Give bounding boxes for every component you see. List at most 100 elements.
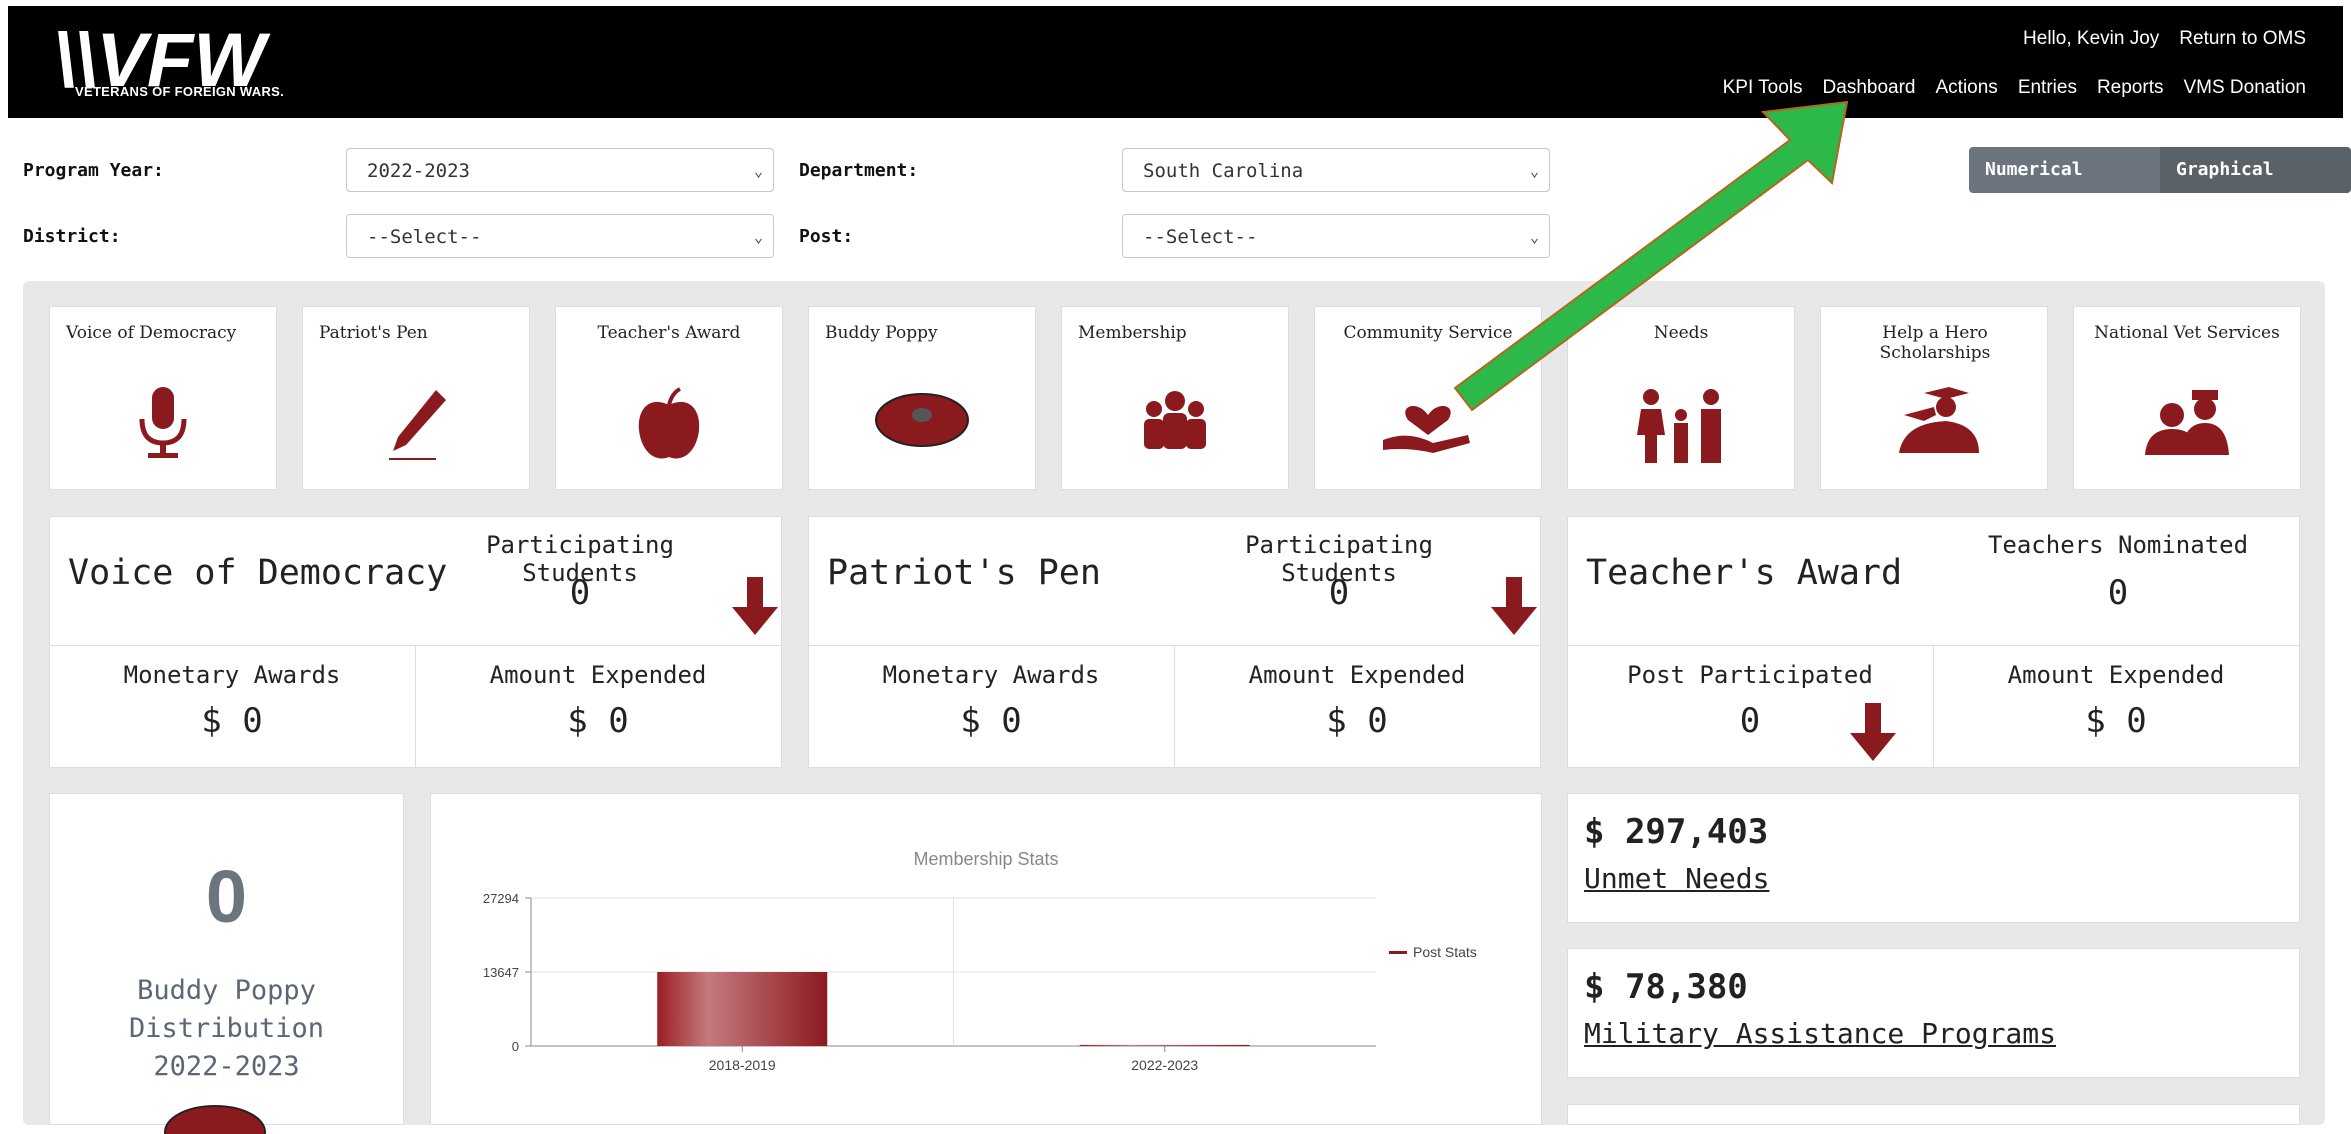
- district-value: --Select--: [367, 226, 482, 248]
- military-assistance-amount: $ 78,380: [1584, 967, 1748, 1007]
- tile-label: Buddy Poppy: [825, 323, 938, 343]
- buddy-poppy-label-line2: 2022-2023: [153, 1051, 300, 1082]
- membership-chart-card: Membership Stats 0 13647 27294 2018-2019 202…: [430, 793, 1542, 1125]
- tile-community-service[interactable]: Community Service: [1314, 306, 1542, 490]
- unmet-needs-amount: $ 297,403: [1584, 812, 1769, 852]
- group-icon: [1144, 391, 1206, 449]
- main-nav: KPI Tools Dashboard Actions Entries Repo…: [1723, 77, 2306, 99]
- tile-needs[interactable]: Needs: [1567, 306, 1795, 490]
- buddy-poppy-count: 0: [205, 855, 248, 938]
- y-tick-label: 27294: [483, 891, 519, 906]
- next-stat-card: [1567, 1104, 2300, 1125]
- buddy-poppy-label-line1: Buddy Poppy Distribution: [128, 975, 325, 1044]
- department-select[interactable]: South Carolina ⌄: [1122, 148, 1550, 192]
- chevron-down-icon: ⌄: [753, 162, 763, 180]
- program-year-select[interactable]: 2022-2023 ⌄: [346, 148, 774, 192]
- heart-hand-icon: [1383, 405, 1470, 453]
- numerical-stats-button[interactable]: Numerical Stats: [1969, 147, 2160, 193]
- unmet-needs-link[interactable]: Unmet Needs: [1584, 862, 1769, 895]
- tile-label: Patriot's Pen: [319, 323, 428, 343]
- card-title: Voice of Democracy: [68, 553, 448, 593]
- district-select[interactable]: --Select-- ⌄: [346, 214, 774, 258]
- chart-title: Membership Stats: [913, 849, 1058, 869]
- y-tick-label: 13647: [483, 965, 519, 980]
- nav-actions[interactable]: Actions: [1936, 77, 1998, 99]
- tile-label: Help a Hero Scholarships: [1879, 323, 1991, 363]
- buddy-poppy-distribution-card: 0 Buddy Poppy Distribution 2022-2023: [49, 793, 404, 1134]
- nav-dashboard[interactable]: Dashboard: [1823, 77, 1916, 99]
- unmet-needs-card: $ 297,403 Unmet Needs: [1567, 793, 2300, 923]
- chevron-down-icon: ⌄: [1529, 162, 1539, 180]
- tile-voice-of-democracy[interactable]: Voice of Democracy: [49, 306, 277, 490]
- program-year-value: 2022-2023: [367, 160, 470, 182]
- program-year-label: Program Year:: [23, 160, 164, 181]
- down-arrow-icon: [1491, 577, 1537, 635]
- card-divider: [1933, 645, 1934, 767]
- membership-bar-chart: Membership Stats 0 13647 27294 2018-2019 202…: [483, 849, 1477, 1073]
- pen-icon: [389, 390, 446, 460]
- down-arrow-icon: [1850, 703, 1896, 761]
- down-arrow-icon: [732, 577, 778, 635]
- poppy-icon: [164, 1105, 266, 1134]
- nav-reports[interactable]: Reports: [2097, 77, 2164, 99]
- family-icon: [1637, 389, 1721, 463]
- nav-kpi-tools[interactable]: KPI Tools: [1723, 77, 1803, 99]
- department-value: South Carolina: [1143, 160, 1304, 182]
- chevron-down-icon: ⌄: [753, 228, 763, 246]
- card-top-value: 0: [2107, 573, 2129, 613]
- nav-vms-donation[interactable]: VMS Donation: [2183, 77, 2306, 99]
- card-right-value: $ 0: [1326, 701, 1388, 741]
- card-divider: [1174, 645, 1175, 767]
- x-tick-label: 2022-2023: [1131, 1057, 1198, 1073]
- card-left-value: $ 0: [960, 701, 1022, 741]
- tile-label: Voice of Democracy: [66, 323, 237, 343]
- card-right-label: Amount Expended: [2007, 661, 2225, 689]
- tile-teachers-award[interactable]: Teacher's Award: [555, 306, 783, 490]
- tile-label: Needs: [1653, 323, 1709, 343]
- post-label: Post:: [799, 226, 854, 247]
- stat-card-voice-of-democracy: Voice of Democracy Participating Student…: [49, 516, 782, 768]
- legend-label: Post Stats: [1413, 944, 1477, 960]
- stat-card-patriots-pen: Patriot's Pen Participating Students 0 M…: [808, 516, 1541, 768]
- card-top-label: Teachers Nominated: [1987, 531, 2249, 559]
- return-to-oms-link[interactable]: Return to OMS: [2179, 28, 2306, 50]
- card-left-label: Post Participated: [1627, 661, 1873, 689]
- legend-swatch: [1389, 951, 1407, 954]
- card-top-value: 0: [569, 573, 591, 613]
- tile-membership[interactable]: Membership: [1061, 306, 1289, 490]
- nav-entries[interactable]: Entries: [2018, 77, 2077, 99]
- card-left-label: Monetary Awards: [123, 661, 341, 689]
- card-title: Patriot's Pen: [827, 553, 1101, 593]
- card-right-label: Amount Expended: [1248, 661, 1466, 689]
- stats-view-toggle: Numerical Stats Graphical Stats: [1969, 147, 2351, 193]
- x-tick-label: 2018-2019: [709, 1057, 776, 1073]
- chart-bar: [1079, 1044, 1250, 1046]
- tile-buddy-poppy[interactable]: Buddy Poppy: [808, 306, 1036, 490]
- chart-bar: [657, 972, 828, 1046]
- district-label: District:: [23, 226, 121, 247]
- top-navbar: \\VFW VETERANS OF FOREIGN WARS. Hello, K…: [8, 6, 2343, 118]
- card-left-value: $ 0: [201, 701, 263, 741]
- tile-help-a-hero[interactable]: Help a Hero Scholarships: [1820, 306, 2048, 490]
- military-assistance-link[interactable]: Military Assistance Programs: [1584, 1017, 2056, 1050]
- y-tick-label: 0: [512, 1039, 519, 1054]
- card-right-value: $ 0: [567, 701, 629, 741]
- buddy-poppy-label: Buddy Poppy Distribution 2022-2023: [50, 972, 403, 1086]
- graphical-stats-button[interactable]: Graphical Stats: [2160, 147, 2351, 193]
- card-right-label: Amount Expended: [489, 661, 707, 689]
- card-left-label: Monetary Awards: [882, 661, 1100, 689]
- tile-patriots-pen[interactable]: Patriot's Pen: [302, 306, 530, 490]
- veterans-icon: [2145, 390, 2229, 455]
- saluting-graduate-icon: [1899, 387, 1979, 453]
- tile-label: Community Service: [1343, 323, 1513, 343]
- card-right-value: $ 0: [2085, 701, 2147, 741]
- microphone-icon: [139, 387, 187, 458]
- apple-icon: [638, 387, 700, 459]
- post-select[interactable]: --Select-- ⌄: [1122, 214, 1550, 258]
- tile-national-vet-services[interactable]: National Vet Services: [2073, 306, 2301, 490]
- military-assistance-card: $ 78,380 Military Assistance Programs: [1567, 948, 2300, 1078]
- logo-subtitle: VETERANS OF FOREIGN WARS.: [75, 84, 285, 99]
- tile-label: Teacher's Award: [597, 323, 741, 343]
- tile-label: Membership: [1078, 323, 1187, 343]
- tile-label: National Vet Services: [2094, 323, 2280, 343]
